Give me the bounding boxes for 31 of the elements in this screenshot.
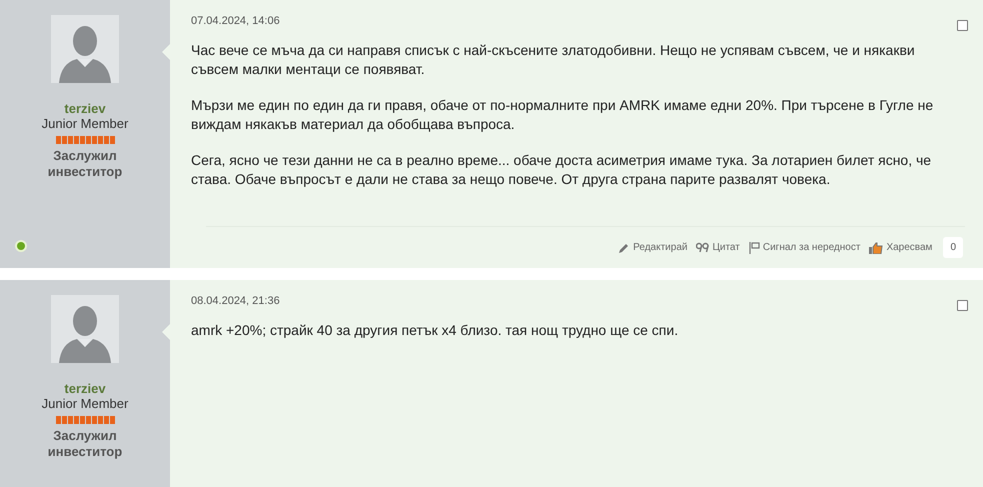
pencil-icon: [618, 242, 630, 254]
post-date: 08.04.2024, 21:36: [191, 294, 280, 310]
avatar-icon: [51, 295, 119, 363]
thumbs-up-icon: [869, 242, 884, 254]
select-checkbox[interactable]: [957, 300, 968, 311]
edit-link[interactable]: Редактирай: [618, 240, 688, 255]
username-link[interactable]: terziev: [64, 101, 106, 116]
action-label: Сигнал за нередност: [762, 241, 860, 255]
post-paragraph: Сега, ясно че тези данни не са в реално време... обаче доста асиметрия имаме тука. За лотариен билет ясно, че става. Обаче въпросът е дали не става за нещо повече. От друга страна парите развалят човека.: [191, 151, 932, 189]
post-date: 07.04.2024, 14:06: [191, 14, 280, 30]
action-label: Цитат: [712, 241, 740, 255]
action-label: Редактирай: [633, 241, 688, 255]
action-label: Харесвам: [886, 241, 932, 255]
avatar-icon: [51, 15, 119, 83]
post-paragraph: Мързи ме един по един да ги правя, обаче от по-нормалните при AMRK имаме едни 20%. При търсене в Гугле не виждам някакъв материал да обобщава въпроса.: [191, 96, 934, 134]
report-link[interactable]: Сигнал за нередност: [748, 240, 860, 255]
like-link[interactable]: Харесвам: [869, 240, 932, 255]
user-title: Заслужил инвеститор: [46, 428, 124, 460]
username-link[interactable]: terziev: [64, 381, 106, 396]
user-title: Заслужил инвеститор: [46, 148, 124, 180]
flag-icon: [748, 242, 760, 254]
reputation-bar: [56, 416, 114, 424]
post-paragraph: Час вече се мъча да си направя списък с най-скъсените златодобивни. Нещо не успявам съвсем, че и някакви съвсем малки ментаци се появяват.: [191, 41, 916, 79]
post-paragraph: amrk +20%; страйк 40 за другия петък x4 близо. тая нощ трудно ще се спи.: [191, 321, 680, 340]
user-rank: Junior Member: [42, 396, 128, 412]
reputation-bar: [56, 136, 114, 144]
quote-icon: [696, 242, 710, 253]
like-count: 0: [943, 237, 963, 258]
user-rank: Junior Member: [42, 116, 128, 132]
quote-link[interactable]: Цитат: [696, 240, 740, 255]
select-checkbox[interactable]: [957, 20, 968, 31]
